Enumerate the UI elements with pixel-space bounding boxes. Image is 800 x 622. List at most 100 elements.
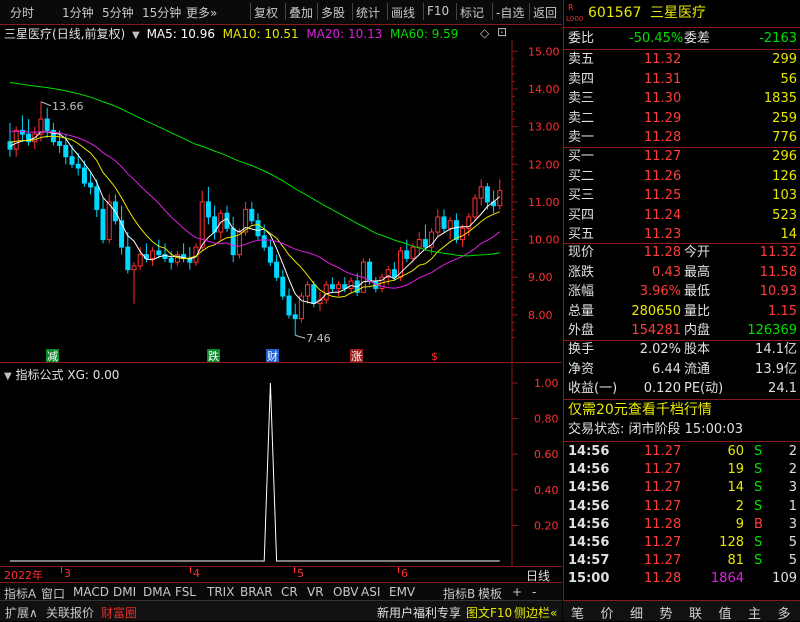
candlestick-chart[interactable]: 15.00 14.00 13.00 12.00 11.00 10.00 9.00 8.00 13… xyxy=(0,40,562,363)
sell-level-price: 11.31 xyxy=(644,71,682,87)
toolbar-item-8[interactable]: 统计 xyxy=(356,4,380,21)
fortune-circle-button[interactable]: 财富圈 xyxy=(101,604,137,621)
indicator-tab-6[interactable]: TRIX xyxy=(207,585,234,599)
ma-line-MA5 xyxy=(9,131,501,305)
tick-price: 11.28 xyxy=(644,516,682,532)
panel-tab-6[interactable]: 主 xyxy=(748,603,761,622)
candle-body xyxy=(88,182,94,188)
panel-tab-7[interactable]: 多 xyxy=(778,603,791,622)
stat-value: 126369 xyxy=(747,323,797,338)
tick-time: 14:57 xyxy=(568,553,610,569)
toolbar-separator xyxy=(529,3,530,20)
diamond-icon[interactable]: ◇ xyxy=(480,26,489,40)
weicha-value: -2163 xyxy=(759,31,797,46)
tick-flag: S xyxy=(754,535,763,550)
indicator-tab-8[interactable]: CR xyxy=(281,585,298,599)
tick-flag: S xyxy=(754,444,763,459)
related-quotes-button[interactable]: 关联报价 xyxy=(46,604,94,621)
candle-body xyxy=(478,186,484,199)
toolbar-item-9[interactable]: 画线 xyxy=(391,4,415,21)
toolbar-item-3[interactable]: 15分钟 xyxy=(142,4,181,21)
panel-tabs: 笔价细势联值主多 xyxy=(563,600,800,622)
candle-body xyxy=(292,314,298,320)
candle-body xyxy=(348,280,354,290)
indicator-tab-2[interactable]: MACD xyxy=(73,585,109,599)
toolbar-item-6[interactable]: 叠加 xyxy=(289,4,313,21)
stat-label: 流通 xyxy=(684,361,711,377)
indicator-tab-10[interactable]: OBV xyxy=(333,585,359,599)
indicator-tab-5[interactable]: FSL xyxy=(175,585,196,599)
toolbar-item-4[interactable]: 更多» xyxy=(186,4,217,21)
indicator-tab-4[interactable]: DMA xyxy=(143,585,171,599)
promo-text[interactable]: 仅需20元查看千档行情 xyxy=(568,401,712,419)
stat-label: 内盘 xyxy=(684,323,711,338)
sell-level-label: 卖五 xyxy=(568,52,595,67)
toolbar-item-0[interactable]: 分时 xyxy=(10,4,34,21)
toolbar-item-12[interactable]: -自选 xyxy=(496,4,524,21)
panel-tab-4[interactable]: 联 xyxy=(689,603,702,622)
x-axis-label: 6 xyxy=(401,567,408,580)
panel-tab-3[interactable]: 势 xyxy=(660,603,673,622)
period-label[interactable]: 日线 xyxy=(526,567,550,584)
candle-body xyxy=(156,250,162,256)
panel-tab-0[interactable]: 笔 xyxy=(571,603,584,622)
indicator-chart[interactable]: 1.00 0.80 0.60 0.40 0.20 xyxy=(0,363,562,567)
sell-level-price: 11.30 xyxy=(644,91,682,106)
sell-level-volume: 56 xyxy=(780,71,797,87)
candle-body xyxy=(422,239,428,248)
tick-count: 3 xyxy=(788,480,797,496)
indicator-tab-16[interactable]: - xyxy=(532,585,536,599)
indicator-tab-12[interactable]: EMV xyxy=(389,585,415,599)
toolbar-item-13[interactable]: 返回 xyxy=(533,4,557,21)
ma-line-MA10 xyxy=(9,135,500,298)
panel-tab-1[interactable]: 价 xyxy=(601,603,614,622)
toolbar-item-2[interactable]: 5分钟 xyxy=(102,4,134,21)
toolbar-item-11[interactable]: 标记 xyxy=(460,4,484,21)
toolbar-item-7[interactable]: 多股 xyxy=(321,4,345,21)
candle-body xyxy=(261,235,267,248)
f10-button[interactable]: 图文F10 xyxy=(466,604,512,621)
candle-body xyxy=(137,254,143,267)
tick-time: 15:00 xyxy=(568,571,610,587)
x-axis-tick xyxy=(61,567,62,573)
indicator-tab-7[interactable]: BRAR xyxy=(240,585,273,599)
time-axis: 2022年 3 4 5 6 xyxy=(0,567,562,582)
x-axis-tick xyxy=(398,567,399,573)
toolbar-item-5[interactable]: 复权 xyxy=(254,4,278,21)
candle-body xyxy=(305,284,311,297)
stat-label: 收益(一) xyxy=(568,381,618,396)
panel-tab-5[interactable]: 值 xyxy=(719,603,732,622)
y-tick-label: 12.00 xyxy=(528,158,560,171)
indicator-tab-15[interactable]: + xyxy=(512,585,522,599)
tick-price: 11.27 xyxy=(644,444,682,459)
tick-time: 14:56 xyxy=(568,444,610,459)
candle-body xyxy=(81,167,87,184)
stat-value: 6.44 xyxy=(652,361,681,377)
promo-link[interactable]: 新用户福利专享 xyxy=(377,604,461,621)
toolbar-item-10[interactable]: F10 xyxy=(427,4,449,18)
ma10-label: MA10: 10.51 xyxy=(222,27,299,41)
collapse-icon[interactable]: ⊡ xyxy=(497,25,507,39)
indicator-tab-11[interactable]: ASI xyxy=(361,585,380,599)
ind-tick-label: 0.40 xyxy=(534,484,559,497)
bottom-bar: 扩展∧ 关联报价 财富圈 新用户福利专享 图文F10 侧边栏« xyxy=(0,600,562,621)
tick-price: 11.28 xyxy=(644,571,682,587)
buy-level-label: 买一 xyxy=(568,149,595,164)
sidebar-toggle[interactable]: 侧边栏« xyxy=(514,604,557,621)
indicator-tab-3[interactable]: DMI xyxy=(113,585,136,599)
candle-body xyxy=(460,227,466,241)
toolbar-separator xyxy=(285,3,286,20)
x-axis-tick xyxy=(190,567,191,573)
toolbar-item-1[interactable]: 1分钟 xyxy=(62,4,94,21)
expand-button[interactable]: 扩展∧ xyxy=(5,604,38,621)
tick-time: 14:56 xyxy=(568,498,610,514)
stat-value: 11.28 xyxy=(643,245,681,260)
panel-tab-2[interactable]: 细 xyxy=(630,603,643,622)
tick-count: 5 xyxy=(788,553,797,569)
stat-label: 今开 xyxy=(684,245,711,260)
indicator-tab-9[interactable]: VR xyxy=(307,585,324,599)
candle-body xyxy=(367,261,373,282)
stock-header: R L000 601567 三星医疗 xyxy=(564,2,800,24)
weibi-label: 委比 xyxy=(568,31,595,46)
candle-body xyxy=(410,246,416,259)
